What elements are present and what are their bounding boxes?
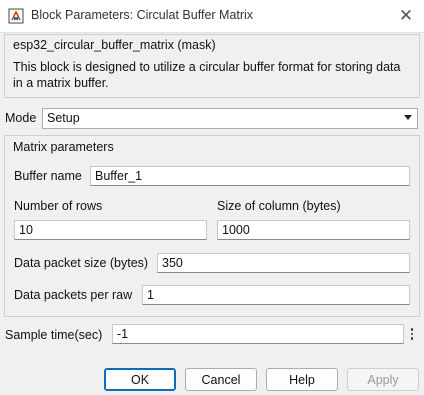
help-button[interactable]: Help [266, 368, 338, 391]
more-options-icon[interactable] [407, 324, 417, 344]
rows-field[interactable]: 10 [14, 220, 207, 240]
buffer-name-label: Buffer name [14, 169, 82, 183]
packet-size-field[interactable]: 350 [157, 253, 410, 273]
mask-title: esp32_circular_buffer_matrix (mask) [13, 38, 216, 52]
ok-button[interactable]: OK [104, 368, 176, 391]
buffer-name-field[interactable]: Buffer_1 [90, 166, 410, 186]
mode-label: Mode [5, 111, 37, 125]
close-icon[interactable]: ✕ [394, 4, 418, 28]
sample-time-label: Sample time(sec) [5, 328, 103, 342]
mask-description-group: esp32_circular_buffer_matrix (mask) This… [4, 34, 420, 98]
chevron-down-icon [404, 115, 412, 120]
mask-description: This block is designed to utilize a circ… [13, 60, 401, 90]
column-size-field[interactable]: 1000 [217, 220, 410, 240]
matrix-parameters-group: Matrix parameters Buffer name Buffer_1 N… [4, 135, 420, 317]
cancel-button[interactable]: Cancel [185, 368, 257, 391]
window-title: Block Parameters: Circulat Buffer Matrix [31, 8, 254, 22]
simulink-block-icon [8, 8, 24, 24]
mode-select-value: Setup [47, 111, 80, 125]
packets-per-raw-label: Data packets per raw [14, 288, 133, 302]
packet-size-label: Data packet size (bytes) [14, 256, 149, 270]
mode-select[interactable]: Setup [42, 108, 418, 129]
rows-label: Number of rows [14, 199, 103, 213]
title-bar: Block Parameters: Circulat Buffer Matrix… [0, 0, 424, 33]
sample-time-field[interactable]: -1 [112, 324, 404, 344]
apply-button[interactable]: Apply [347, 368, 419, 391]
column-size-label: Size of column (bytes) [217, 199, 341, 213]
packets-per-raw-field[interactable]: 1 [142, 285, 410, 305]
matrix-parameters-title: Matrix parameters [13, 140, 114, 154]
